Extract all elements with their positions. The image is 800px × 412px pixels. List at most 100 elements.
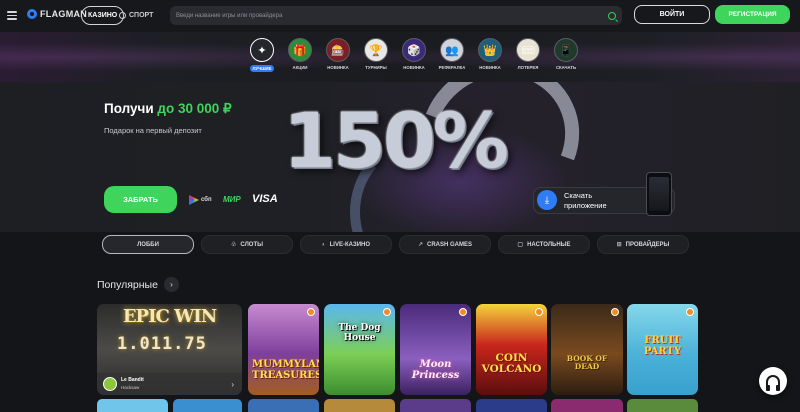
game-card[interactable]: COIN VOLCANO: [476, 304, 547, 395]
category-label: ЛУЧШИЕ: [249, 65, 275, 72]
nav-sport-tab[interactable]: СПОРТ: [119, 6, 153, 25]
referral-icon: 👥: [440, 38, 464, 62]
provider-bar: [97, 373, 242, 395]
provider-studio: Hacksaw: [121, 385, 140, 390]
game-card[interactable]: The Dog House: [324, 304, 395, 395]
game-card[interactable]: MUMMYLAND TREASURES: [248, 304, 319, 395]
category-label: СКАЧАТЬ: [555, 65, 577, 70]
category-label: НОВИНКА: [403, 65, 425, 70]
game-title: Moon Princess: [411, 359, 460, 381]
mir-logo: МИР: [223, 195, 241, 204]
sbp-logo: сбп: [189, 195, 212, 205]
tab-crash-games[interactable]: ↗ CRASH GAMES: [399, 235, 491, 254]
category-new-1[interactable]: 🎰 НОВИНКА: [322, 38, 354, 72]
category-label: ТУРНИРЫ: [365, 65, 387, 70]
providers-icon: ⊞: [616, 242, 622, 248]
logo-mark-icon: [27, 9, 37, 19]
provider-avatar: [103, 377, 117, 391]
hot-badge-icon: [307, 308, 315, 316]
tab-label: CRASH GAMES: [427, 241, 473, 248]
gift-icon: 🎁: [288, 38, 312, 62]
search-input[interactable]: Введи название игры или провайдера: [170, 6, 622, 25]
tab-label: НАСТОЛЬНЫЕ: [527, 241, 571, 248]
slots-icon: ♧: [231, 242, 237, 248]
headset-icon: [766, 375, 780, 391]
category-tournaments[interactable]: 🏆 ТУРНИРЫ: [360, 38, 392, 72]
game-card[interactable]: [551, 399, 623, 412]
popular-games-row: 1.011.75 EPIC WIN Le Bandit Hacksaw › MU…: [97, 304, 717, 396]
category-referral[interactable]: 👥 РЕФЕРАЛКА: [436, 38, 468, 72]
tab-label: СЛОТЫ: [240, 241, 263, 248]
game-card[interactable]: [248, 399, 319, 412]
download-app-label: Скачать приложение: [564, 191, 634, 211]
game-title: COIN VOLCANO: [481, 351, 542, 375]
top-header: FLAGMAN КАЗИНО СПОРТ Введи название игры…: [0, 0, 800, 32]
tab-lobby[interactable]: ЛОББИ: [102, 235, 194, 254]
game-card[interactable]: BOOK OF DEAD: [551, 304, 623, 395]
game-icon: 🎰: [326, 38, 350, 62]
game-card[interactable]: FRUIT PARTY: [627, 304, 698, 395]
category-promotions[interactable]: 🎁 АКЦИИ: [284, 38, 316, 72]
category-label: РЕФЕРАЛКА: [438, 65, 466, 70]
game-card-featured[interactable]: 1.011.75 EPIC WIN Le Bandit Hacksaw ›: [97, 304, 242, 395]
category-label: НОВИНКА: [479, 65, 501, 70]
category-download[interactable]: 📱 СКАЧАТЬ: [550, 38, 582, 72]
search-icon[interactable]: [608, 11, 616, 20]
logo[interactable]: FLAGMAN: [27, 9, 87, 19]
download-icon: 📱: [554, 38, 578, 62]
tab-slots[interactable]: ♧ СЛОТЫ: [201, 235, 293, 254]
live-icon: ◐: [321, 241, 326, 248]
category-best[interactable]: ✦ ЛУЧШИЕ: [246, 38, 278, 72]
category-new-2[interactable]: 🎲 НОВИНКА: [398, 38, 430, 72]
register-button[interactable]: РЕГИСТРАЦИЯ: [715, 5, 790, 24]
sbp-label: сбп: [201, 197, 212, 203]
chevron-right-icon[interactable]: ›: [231, 380, 234, 389]
chevron-right-icon[interactable]: ›: [164, 277, 179, 292]
category-lottery[interactable]: 🎟 ЛОТЕРЕЯ: [512, 38, 544, 72]
section-tabs: ЛОББИ ♧ СЛОТЫ ◐ LIVE-КАЗИНО ↗ CRASH GAME…: [102, 235, 689, 254]
tab-live-casino[interactable]: ◐ LIVE-КАЗИНО: [300, 235, 392, 254]
banner-title: Получи до 30 000 ₽: [104, 101, 232, 117]
game-card[interactable]: [173, 399, 242, 412]
tab-label: LIVE-КАЗИНО: [329, 241, 371, 248]
visa-logo: VISA: [252, 193, 278, 205]
tab-label: ПРОВАЙДЕРЫ: [625, 241, 670, 248]
nav-casino-tab[interactable]: КАЗИНО: [81, 6, 125, 25]
sbp-mark-icon: [189, 195, 199, 205]
trophy-icon: 🏆: [364, 38, 388, 62]
game-title: BOOK OF DEAD: [566, 354, 608, 372]
category-label: НОВИНКА: [327, 65, 349, 70]
download-app-line2: приложение: [564, 201, 607, 210]
phone-image: [646, 172, 672, 216]
download-app-line1: Скачать: [564, 191, 593, 200]
category-list: ✦ ЛУЧШИЕ 🎁 АКЦИИ 🎰 НОВИНКА 🏆 ТУРНИРЫ 🎲 Н…: [246, 38, 582, 72]
game-card[interactable]: [97, 399, 168, 412]
category-new-3[interactable]: 👑 НОВИНКА: [474, 38, 506, 72]
tab-table-games[interactable]: ▢ НАСТОЛЬНЫЕ: [498, 235, 590, 254]
menu-icon[interactable]: [7, 11, 17, 20]
hot-badge-icon: [535, 308, 543, 316]
tab-providers[interactable]: ⊞ ПРОВАЙДЕРЫ: [597, 235, 689, 254]
hot-badge-icon: [611, 308, 619, 316]
game-title: FRUIT PARTY: [643, 335, 682, 357]
category-label: АКЦИИ: [292, 65, 308, 70]
claim-button[interactable]: ЗАБРАТЬ: [104, 186, 177, 213]
nav-sport-label: СПОРТ: [129, 12, 154, 19]
game-title: MUMMYLAND TREASURES: [252, 359, 319, 381]
jackpot-counter: 1.011.75: [117, 334, 207, 354]
hot-badge-icon: [383, 308, 391, 316]
login-button[interactable]: ВОЙТИ: [634, 5, 710, 24]
game-card[interactable]: Moon Princess: [400, 304, 471, 395]
banner-subtitle: Подарок на первый депозит: [104, 126, 202, 135]
ball-icon: [119, 12, 126, 19]
game-card[interactable]: [476, 399, 547, 412]
game-card[interactable]: [400, 399, 471, 412]
next-games-row: [97, 399, 702, 412]
search-placeholder: Введи название игры или провайдера: [176, 12, 283, 19]
popular-section-title: Популярные: [97, 279, 158, 291]
game-card[interactable]: [627, 399, 698, 412]
page: FLAGMAN КАЗИНО СПОРТ Введи название игры…: [0, 0, 800, 412]
support-chat-button[interactable]: [759, 367, 787, 395]
game-card[interactable]: [324, 399, 395, 412]
hot-badge-icon: [459, 308, 467, 316]
